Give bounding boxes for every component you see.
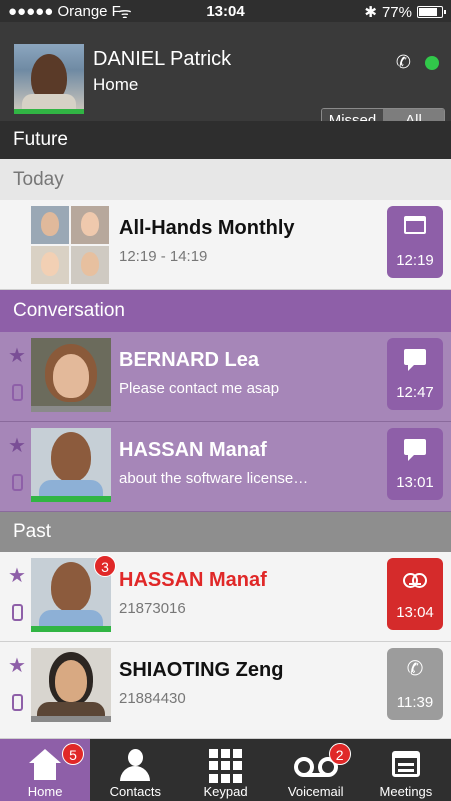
chat-icon: [404, 439, 426, 461]
home-badge: 5: [62, 743, 84, 765]
phone-icon: ✆: [406, 658, 424, 680]
unread-count-badge: 3: [94, 555, 116, 577]
favorite-star-icon[interactable]: ★: [8, 346, 28, 366]
message-badge[interactable]: 12:47: [387, 338, 443, 410]
tab-label: Meetings: [379, 784, 433, 799]
row-side-icons: ★: [8, 566, 28, 621]
list-item-conversation[interactable]: ★ BERNARD Lea Please contact me asap 12:…: [0, 332, 451, 422]
mobile-device-icon: [12, 474, 23, 491]
message-time: 12:47: [396, 384, 434, 401]
message-time: 13:01: [396, 474, 434, 491]
contact-avatar: [31, 338, 111, 412]
calendar-icon: [388, 747, 424, 783]
call-badge[interactable]: ✆ 11:39: [387, 648, 443, 720]
contact-name: SHIAOTING Zeng: [119, 659, 284, 681]
profile-header: DANIEL Patrick Home ✆ Missed All: [0, 22, 451, 134]
tab-keypad[interactable]: Keypad: [180, 739, 270, 801]
contact-icon: [117, 747, 153, 783]
contact-name: BERNARD Lea: [119, 349, 260, 371]
section-past: Past: [0, 512, 451, 552]
mobile-device-icon: [12, 694, 23, 711]
mobile-device-icon: [12, 384, 23, 401]
meeting-time: 12:19: [396, 252, 434, 269]
calendar-icon: [404, 216, 426, 234]
contact-name: HASSAN Manaf: [119, 569, 267, 591]
user-location: Home: [93, 75, 139, 94]
last-message: about the software license…: [119, 470, 309, 487]
row-side-icons: ★: [8, 436, 28, 491]
mobile-device-icon: [12, 604, 23, 621]
list-item-conversation[interactable]: ★ HASSAN Manaf about the software licens…: [0, 422, 451, 512]
call-time: 11:39: [396, 694, 434, 711]
favorite-star-icon[interactable]: ★: [8, 656, 28, 676]
user-avatar[interactable]: [14, 44, 84, 114]
presence-bar: [31, 406, 111, 412]
presence-bar: [31, 626, 111, 632]
meeting-time-range: 12:19 - 14:19: [119, 248, 208, 265]
voicemail-icon: [403, 573, 427, 588]
user-name: DANIEL Patrick: [93, 48, 232, 70]
list-item-call[interactable]: ★ SHIAOTING Zeng 21884430 ✆ 11:39: [0, 642, 451, 739]
section-today: Today: [0, 159, 451, 200]
list-item-voicemail[interactable]: ★ 3 HASSAN Manaf 21873016 13:04: [0, 552, 451, 642]
tab-meetings[interactable]: Meetings: [361, 739, 451, 801]
chat-icon: [404, 349, 426, 371]
tab-voicemail[interactable]: 2 Voicemail: [271, 739, 361, 801]
presence-bar: [31, 496, 111, 502]
home-icon: [27, 747, 63, 783]
battery-icon: [417, 6, 446, 18]
section-conversation: Conversation: [0, 290, 451, 332]
voicemail-tab-badge: 2: [328, 743, 351, 765]
contact-avatar: [31, 648, 111, 722]
presence-bar: [31, 716, 111, 722]
last-message: Please contact me asap: [119, 380, 280, 397]
status-bar: ●●●●● Orange F ᯤ 13:04 ✱ 77%: [0, 0, 451, 22]
contact-name: HASSAN Manaf: [119, 439, 267, 461]
phone-number: 21884430: [119, 690, 186, 707]
tab-label: Keypad: [203, 784, 248, 799]
status-right: ✱ 77%: [364, 3, 446, 21]
tab-label: Contacts: [109, 784, 161, 799]
group-avatar: [31, 206, 109, 286]
row-side-icons: ★: [8, 346, 28, 401]
phone-number: 21873016: [119, 600, 186, 617]
battery-percent: 77%: [381, 3, 412, 21]
list-item-meeting[interactable]: All-Hands Monthly 12:19 - 14:19 12:19: [0, 200, 451, 290]
tab-label: Home: [27, 784, 63, 799]
meeting-badge[interactable]: 12:19: [387, 206, 443, 278]
voicemail-badge[interactable]: 13:04: [387, 558, 443, 630]
row-side-icons: ★: [8, 656, 28, 711]
bluetooth-icon: ✱: [364, 4, 377, 21]
keypad-icon: [209, 747, 242, 783]
message-badge[interactable]: 13:01: [387, 428, 443, 500]
tab-contacts[interactable]: Contacts: [90, 739, 180, 801]
tab-label: Voicemail: [287, 784, 344, 799]
tab-home[interactable]: 5 Home: [0, 739, 91, 801]
favorite-star-icon[interactable]: ★: [8, 436, 28, 456]
section-future: Future: [0, 121, 451, 159]
tab-bar: 5 Home Contacts Keypad 2 Voicemail Meeti…: [0, 739, 451, 801]
presence-indicator[interactable]: [425, 56, 439, 70]
contact-avatar: [31, 428, 111, 502]
meeting-title: All-Hands Monthly: [119, 217, 295, 239]
favorite-star-icon[interactable]: ★: [8, 566, 28, 586]
phone-forward-icon[interactable]: ✆: [396, 52, 411, 73]
voicemail-time: 13:04: [396, 604, 434, 621]
